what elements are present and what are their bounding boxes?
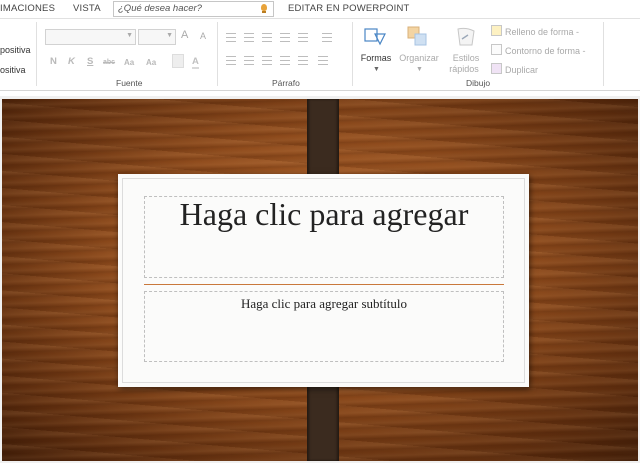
organizar-button[interactable]: Organizar bbox=[396, 53, 442, 63]
group-label-parrafo: Párrafo bbox=[272, 78, 300, 88]
justify-icon[interactable] bbox=[280, 56, 290, 65]
font-name-select[interactable]: ▼ bbox=[45, 29, 136, 45]
numbering-icon[interactable] bbox=[244, 33, 254, 42]
char-spacing-button[interactable]: Aa bbox=[124, 58, 134, 67]
ribbon-tab-bar: IMACIONES VISTA ¿Qué desea hacer? EDITAR… bbox=[0, 0, 640, 19]
font-color-button[interactable]: A bbox=[192, 56, 199, 69]
chevron-down-icon: ▼ bbox=[373, 66, 380, 73]
tab-vista[interactable]: VISTA bbox=[73, 3, 101, 14]
group-divider bbox=[352, 22, 353, 86]
align-left-icon[interactable] bbox=[226, 56, 236, 65]
bold-button[interactable]: N bbox=[50, 56, 57, 67]
slide-title: Haga clic para agregar bbox=[179, 196, 469, 232]
estilos-label[interactable]: Estilos bbox=[444, 53, 488, 63]
rtl-icon[interactable] bbox=[318, 56, 328, 65]
tab-animaciones[interactable]: IMACIONES bbox=[0, 3, 55, 14]
grow-font-button[interactable]: A bbox=[181, 29, 188, 41]
chevron-down-icon: ▼ bbox=[126, 32, 133, 39]
font-size-select[interactable]: ▼ bbox=[138, 29, 176, 45]
bullets-icon[interactable] bbox=[226, 33, 236, 42]
chevron-down-icon: ▼ bbox=[166, 32, 173, 39]
change-case-button[interactable]: Aa bbox=[146, 58, 156, 67]
group-divider bbox=[36, 22, 37, 86]
columns-icon[interactable] bbox=[322, 33, 332, 42]
decrease-indent-icon[interactable] bbox=[262, 33, 272, 42]
increase-indent-icon[interactable] bbox=[280, 33, 290, 42]
layout-item[interactable]: ositiva bbox=[0, 65, 26, 75]
group-label-dibujo: Dibujo bbox=[466, 78, 491, 88]
quick-styles-icon[interactable] bbox=[454, 25, 478, 49]
clear-format-icon[interactable] bbox=[172, 54, 184, 68]
group-divider bbox=[603, 22, 604, 86]
title-placeholder[interactable]: Haga clic para agregar bbox=[144, 196, 504, 278]
search-input[interactable]: ¿Qué desea hacer? bbox=[113, 1, 274, 17]
search-placeholder: ¿Qué desea hacer? bbox=[118, 3, 202, 14]
tab-editar-en-powerpoint[interactable]: EDITAR EN POWERPOINT bbox=[288, 3, 410, 14]
text-direction-icon[interactable] bbox=[298, 56, 308, 65]
slide-subtitle: Haga clic para agregar subtítulo bbox=[240, 296, 408, 311]
formas-button[interactable]: Formas bbox=[358, 53, 394, 63]
new-slide-item[interactable]: positiva bbox=[0, 45, 31, 55]
duplicate-icon bbox=[491, 63, 502, 74]
leather-strap-bottom bbox=[307, 374, 339, 461]
ribbon: positiva ositiva ▼ ▼ A A N K S abc Aa Aa… bbox=[0, 19, 640, 91]
line-spacing-icon[interactable] bbox=[298, 33, 308, 42]
align-center-icon[interactable] bbox=[244, 56, 254, 65]
duplicate-button[interactable]: Duplicar bbox=[491, 63, 538, 75]
shapes-icon[interactable] bbox=[364, 26, 388, 48]
paint-bucket-icon bbox=[491, 25, 502, 36]
group-label-fuente: Fuente bbox=[116, 78, 143, 88]
subtitle-placeholder[interactable]: Haga clic para agregar subtítulo bbox=[144, 291, 504, 362]
italic-button[interactable]: K bbox=[68, 56, 75, 67]
rapidos-label[interactable]: rápidos bbox=[442, 64, 486, 74]
group-divider bbox=[217, 22, 218, 86]
shape-outline-button[interactable]: Contorno de forma - bbox=[491, 44, 586, 56]
shadow-button[interactable]: S bbox=[87, 56, 93, 67]
arrange-icon[interactable] bbox=[406, 25, 430, 49]
shape-fill-button[interactable]: Relleno de forma - bbox=[491, 25, 579, 37]
pen-outline-icon bbox=[491, 44, 502, 55]
strikethrough-button[interactable]: abc bbox=[103, 59, 115, 66]
chevron-down-icon: ▼ bbox=[416, 66, 423, 73]
lightbulb-icon bbox=[261, 4, 267, 13]
align-right-icon[interactable] bbox=[262, 56, 272, 65]
shrink-font-button[interactable]: A bbox=[200, 31, 206, 41]
title-card: Haga clic para agregar Haga clic para ag… bbox=[118, 174, 529, 387]
title-divider bbox=[144, 284, 504, 285]
